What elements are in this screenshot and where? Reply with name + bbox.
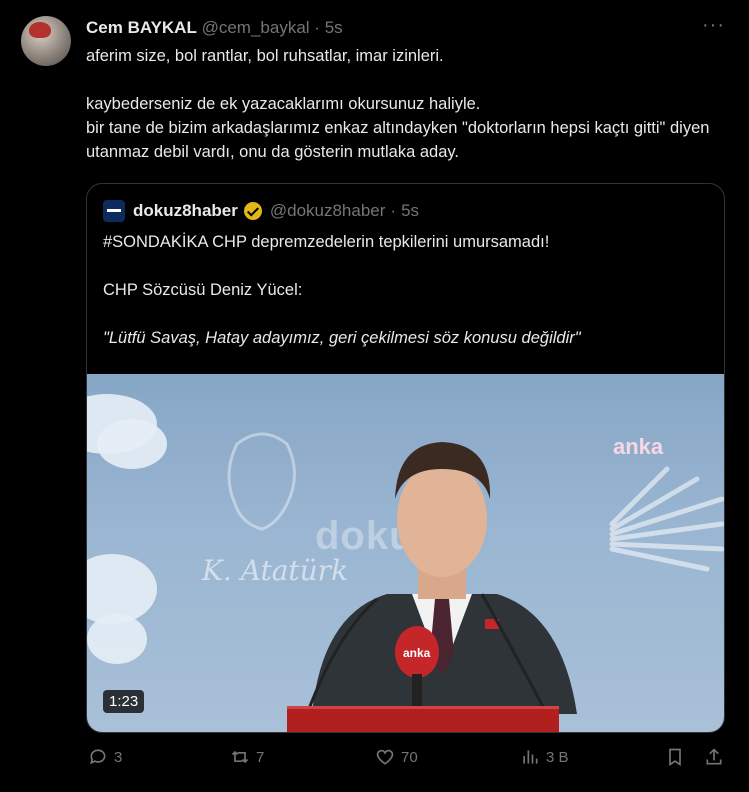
mic-stand-right	[480, 593, 549, 714]
quote-line: "Lütfü Savaş, Hatay adayımız, geri çekil…	[103, 329, 581, 347]
retweet-icon	[231, 750, 249, 764]
heart-icon	[376, 749, 394, 765]
bookmark-button[interactable]	[665, 747, 691, 767]
tweet-line: bir tane de bizim arkadaşlarımız enkaz a…	[86, 119, 710, 161]
tweet-time[interactable]: 5s	[325, 18, 343, 37]
author-handle[interactable]: @cem_baykal	[202, 18, 310, 37]
cloud	[97, 419, 167, 469]
verified-badge-icon	[243, 202, 262, 220]
bookmark-icon	[669, 748, 681, 767]
author-name[interactable]: Cem BAYKAL	[86, 18, 197, 37]
share-button[interactable]	[704, 747, 730, 767]
anka-logo: anka	[613, 434, 664, 459]
avatar-cap	[29, 22, 51, 38]
podium	[287, 706, 559, 732]
views-count: 3 B	[546, 748, 569, 766]
action-bar: 3 7 70 3 B	[0, 747, 749, 773]
quoted-tweet[interactable]: dokuz8haber @dokuz8haber · 5s #SONDAKİKA…	[86, 183, 725, 733]
quote-line: #SONDAKİKA CHP depremzedelerin tepkileri…	[103, 233, 550, 251]
tweet-line: aferim size, bol rantlar, bol ruhsatlar,…	[86, 47, 444, 65]
quote-line: CHP Sözcüsü Deniz Yücel:	[103, 281, 303, 299]
quote-time[interactable]: 5s	[401, 201, 419, 221]
avatar[interactable]	[21, 16, 71, 66]
separator: ·	[314, 18, 320, 37]
tweet-line: kaybederseniz de ek yazacaklarımı okursu…	[86, 95, 481, 113]
video-player[interactable]: K. Atatürk dokuz8 anka anka 1:23	[87, 374, 724, 732]
mic-stand-left	[305, 597, 378, 714]
share-icon	[706, 748, 722, 765]
retweet-button[interactable]: 7	[230, 747, 264, 767]
quote-author-handle[interactable]: @dokuz8haber	[270, 201, 386, 221]
quote-author-name[interactable]: dokuz8haber	[133, 201, 238, 221]
quote-avatar[interactable]	[103, 200, 125, 222]
like-button[interactable]: 70	[375, 747, 418, 767]
quote-text: #SONDAKİKA CHP depremzedelerin tepkileri…	[103, 230, 703, 350]
reply-button[interactable]: 3	[88, 747, 122, 767]
more-options-icon[interactable]: ···	[702, 14, 725, 37]
party-logo-rays	[609, 466, 724, 572]
tweet-text: aferim size, bol rantlar, bol ruhsatlar,…	[86, 44, 726, 164]
like-count: 70	[401, 748, 418, 766]
video-duration: 1:23	[103, 690, 145, 713]
mic-logo: anka	[403, 646, 431, 660]
views-icon	[523, 750, 538, 764]
cloud	[87, 614, 147, 664]
separator: ·	[390, 201, 397, 220]
quote-header: dokuz8haber @dokuz8haber · 5s	[103, 200, 419, 222]
views-button[interactable]: 3 B	[520, 747, 569, 767]
retweet-count: 7	[256, 748, 265, 766]
tweet-header: Cem BAYKAL @cem_baykal · 5s	[86, 18, 343, 38]
reply-icon	[90, 749, 106, 765]
reply-count: 3	[114, 748, 123, 766]
